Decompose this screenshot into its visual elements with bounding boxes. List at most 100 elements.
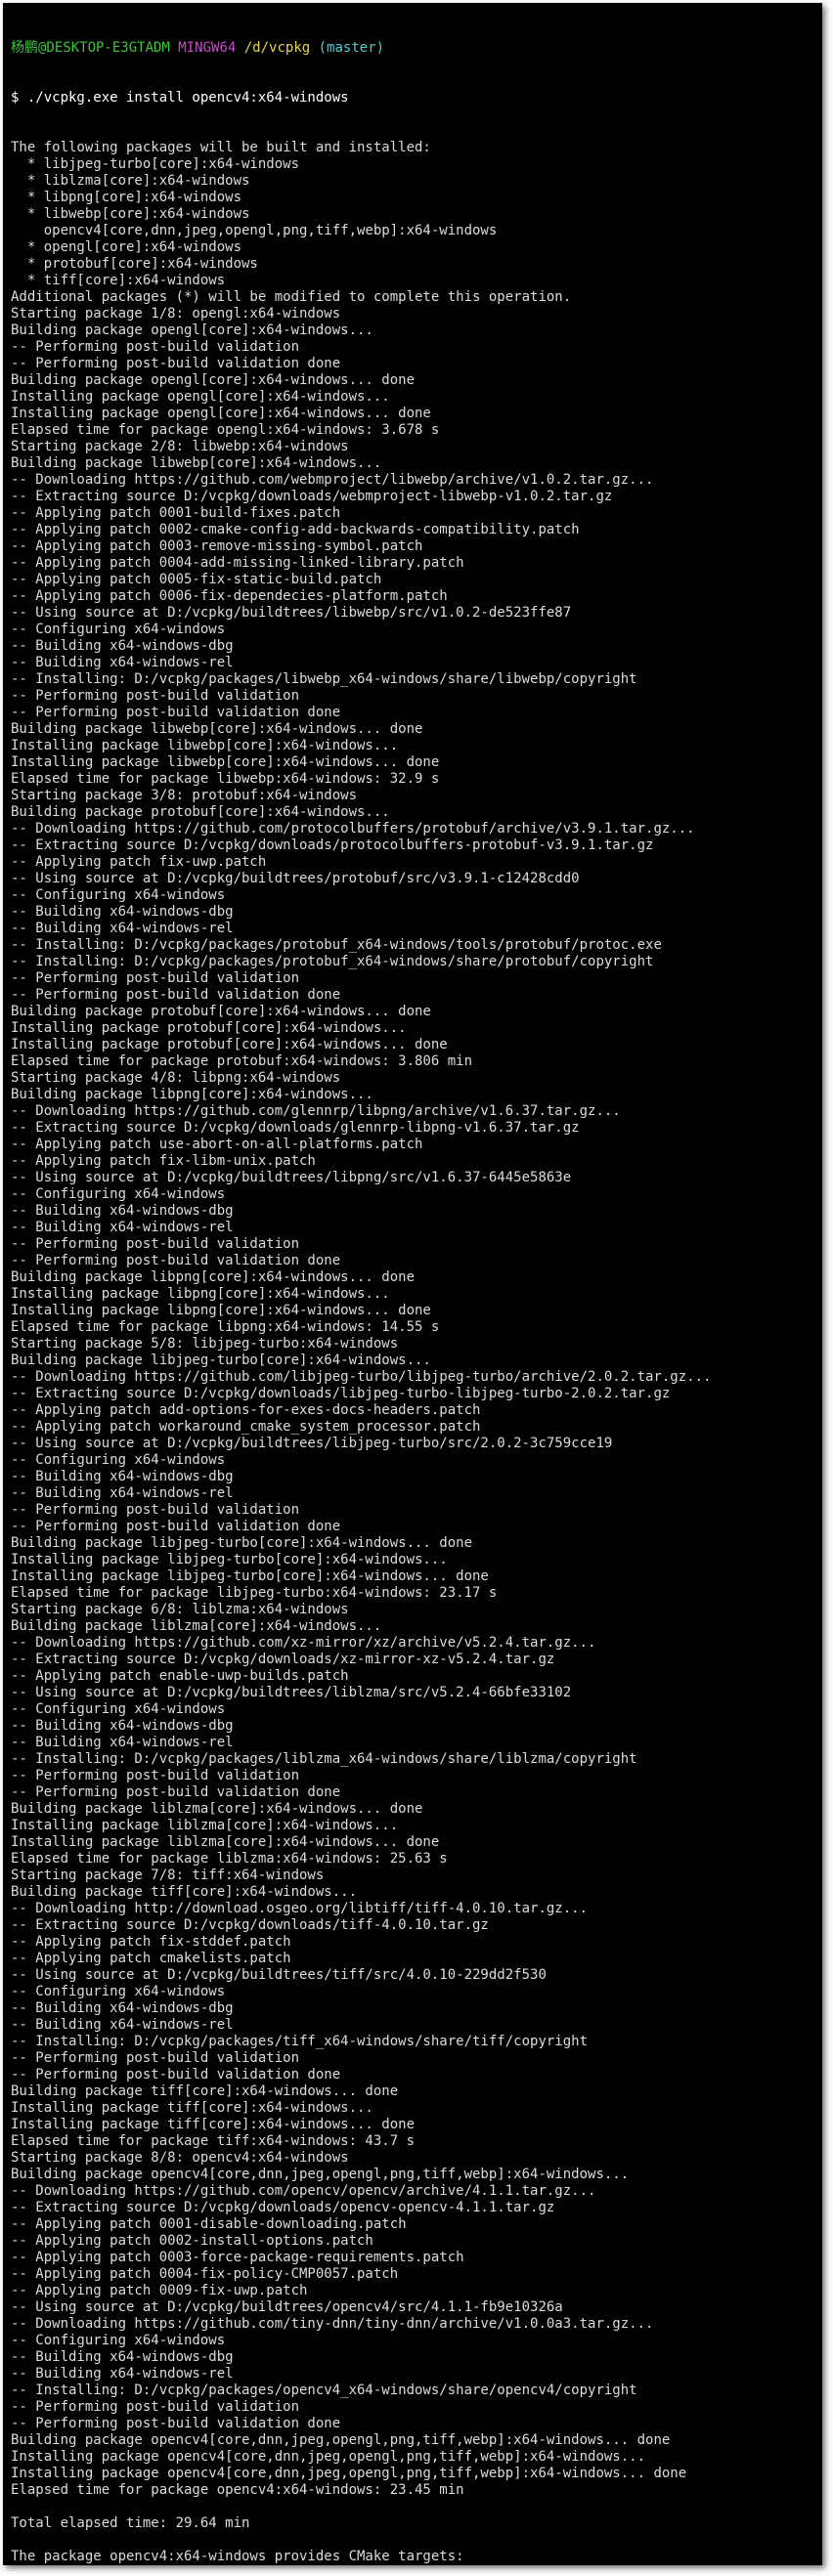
output-line: -- Using source at D:/vcpkg/buildtrees/l… bbox=[11, 1685, 572, 1700]
output-line: Starting package 7/8: tiff:x64-windows bbox=[11, 1868, 325, 1883]
output-line: The package opencv4:x64-windows provides… bbox=[11, 2549, 464, 2564]
output-line: Elapsed time for package opencv4:x64-win… bbox=[11, 2482, 464, 2498]
output-line: -- Installing: D:/vcpkg/packages/libwebp… bbox=[11, 671, 637, 687]
output-line: -- Performing post-build validation bbox=[11, 339, 300, 355]
output-line: -- Applying patch use-abort-on-all-platf… bbox=[11, 1137, 423, 1152]
output-line: Starting package 8/8: opencv4:x64-window… bbox=[11, 2150, 349, 2166]
output-line: Elapsed time for package liblzma:x64-win… bbox=[11, 1851, 448, 1867]
prompt-user-host: 杨鹏@DESKTOP-E3GTADM bbox=[11, 40, 170, 56]
output-line: Installing package libwebp[core]:x64-win… bbox=[11, 754, 440, 770]
output-line: -- Configuring x64-windows bbox=[11, 2333, 226, 2348]
output-line: Starting package 1/8: opengl:x64-windows bbox=[11, 306, 341, 322]
output-line: Starting package 5/8: libjpeg-turbo:x64-… bbox=[11, 1336, 399, 1352]
output-line: -- Building x64-windows-dbg bbox=[11, 1469, 234, 1484]
output-line: Building package libwebp[core]:x64-windo… bbox=[11, 455, 382, 471]
output-line: -- Downloading https://github.com/tiny-d… bbox=[11, 2316, 654, 2332]
output-line: Installing package protobuf[core]:x64-wi… bbox=[11, 1020, 407, 1036]
output-line: -- Installing: D:/vcpkg/packages/protobu… bbox=[11, 954, 654, 969]
output-line: Installing package opencv4[core,dnn,jpeg… bbox=[11, 2449, 646, 2465]
output-line: -- Extracting source D:/vcpkg/downloads/… bbox=[11, 1652, 555, 1667]
output-line: -- Building x64-windows-rel bbox=[11, 921, 234, 936]
output-line: -- Performing post-build validation bbox=[11, 1236, 300, 1252]
output-line: Starting package 3/8: protobuf:x64-windo… bbox=[11, 788, 358, 803]
command-output: The following packages will be built and… bbox=[11, 140, 818, 2565]
output-line: -- Installing: D:/vcpkg/packages/opencv4… bbox=[11, 2383, 637, 2398]
output-line: -- Applying patch 0005-fix-static-build.… bbox=[11, 572, 382, 587]
output-line: -- Applying patch 0009-fix-uwp.patch bbox=[11, 2283, 308, 2298]
output-line: Elapsed time for package libjpeg-turbo:x… bbox=[11, 1585, 498, 1601]
output-line: Elapsed time for package libwebp:x64-win… bbox=[11, 771, 440, 787]
output-line: -- Configuring x64-windows bbox=[11, 1186, 226, 1202]
output-line: Building package tiff[core]:x64-windows.… bbox=[11, 1884, 358, 1900]
output-line: -- Extracting source D:/vcpkg/downloads/… bbox=[11, 1386, 671, 1401]
output-line: -- Using source at D:/vcpkg/buildtrees/l… bbox=[11, 1170, 572, 1185]
output-line: -- Applying patch cmakelists.patch bbox=[11, 1951, 291, 1966]
output-line: * liblzma[core]:x64-windows bbox=[11, 173, 250, 189]
output-line: -- Building x64-windows-dbg bbox=[11, 2349, 234, 2365]
output-line: -- Building x64-windows-rel bbox=[11, 1485, 234, 1501]
output-line: -- Configuring x64-windows bbox=[11, 622, 226, 637]
output-line: -- Building x64-windows-dbg bbox=[11, 1203, 234, 1219]
output-line: Building package opencv4[core,dnn,jpeg,o… bbox=[11, 2432, 671, 2448]
output-line: -- Using source at D:/vcpkg/buildtrees/l… bbox=[11, 605, 572, 621]
prompt-git-branch: (master) bbox=[318, 40, 385, 56]
output-line: -- Performing post-build validation done bbox=[11, 2416, 341, 2431]
output-line: Elapsed time for package tiff:x64-window… bbox=[11, 2133, 416, 2149]
terminal-output[interactable]: 杨鹏@DESKTOP-E3GTADM MINGW64 /d/vcpkg (mas… bbox=[11, 7, 818, 2565]
output-line: -- Downloading https://github.com/opencv… bbox=[11, 2183, 596, 2199]
output-line: Installing package opengl[core]:x64-wind… bbox=[11, 389, 390, 405]
output-line: Installing package tiff[core]:x64-window… bbox=[11, 2100, 373, 2116]
output-line: * opengl[core]:x64-windows bbox=[11, 239, 242, 255]
output-line: Building package libjpeg-turbo[core]:x64… bbox=[11, 1352, 431, 1368]
output-line: -- Performing post-build validation bbox=[11, 688, 300, 704]
prompt-system: MINGW64 bbox=[178, 40, 237, 56]
output-line: -- Applying patch fix-stddef.patch bbox=[11, 1934, 291, 1950]
output-line: Installing package liblzma[core]:x64-win… bbox=[11, 1818, 399, 1833]
output-line: Building package opencv4[core,dnn,jpeg,o… bbox=[11, 2167, 630, 2182]
output-line: -- Configuring x64-windows bbox=[11, 887, 226, 903]
output-line: -- Extracting source D:/vcpkg/downloads/… bbox=[11, 1120, 580, 1136]
output-line: opencv4[core,dnn,jpeg,opengl,png,tiff,we… bbox=[11, 223, 498, 238]
output-line: Starting package 6/8: liblzma:x64-window… bbox=[11, 1602, 349, 1617]
output-line: -- Building x64-windows-rel bbox=[11, 1735, 234, 1750]
output-line: -- Downloading https://github.com/protoc… bbox=[11, 821, 695, 837]
output-line: -- Configuring x64-windows bbox=[11, 1701, 226, 1717]
output-line: -- Applying patch fix-uwp.patch bbox=[11, 854, 267, 870]
output-line: -- Applying patch 0001-disable-downloadi… bbox=[11, 2216, 407, 2232]
output-line: -- Applying patch 0002-install-options.p… bbox=[11, 2233, 373, 2249]
output-line: Building package libjpeg-turbo[core]:x64… bbox=[11, 1535, 473, 1551]
output-line: -- Performing post-build validation done bbox=[11, 1519, 341, 1534]
output-line: -- Performing post-build validation bbox=[11, 2050, 300, 2066]
output-line: Installing package libjpeg-turbo[core]:x… bbox=[11, 1568, 489, 1584]
output-line: Installing package libwebp[core]:x64-win… bbox=[11, 738, 399, 753]
output-line: Installing package libjpeg-turbo[core]:x… bbox=[11, 1552, 448, 1567]
output-line: -- Extracting source D:/vcpkg/downloads/… bbox=[11, 489, 613, 504]
output-line: -- Applying patch enable-uwp-builds.patc… bbox=[11, 1668, 349, 1684]
terminal-window[interactable]: 杨鹏@DESKTOP-E3GTADM MINGW64 /d/vcpkg (mas… bbox=[3, 3, 822, 2565]
output-line: -- Building x64-windows-rel bbox=[11, 2017, 234, 2033]
output-line: Installing package protobuf[core]:x64-wi… bbox=[11, 1037, 448, 1052]
output-line: The following packages will be built and… bbox=[11, 140, 431, 155]
output-line: * tiff[core]:x64-windows bbox=[11, 273, 226, 288]
output-line: -- Extracting source D:/vcpkg/downloads/… bbox=[11, 2200, 555, 2215]
output-line: -- Building x64-windows-rel bbox=[11, 655, 234, 670]
output-line: -- Installing: D:/vcpkg/packages/protobu… bbox=[11, 937, 662, 953]
output-line: Building package tiff[core]:x64-windows.… bbox=[11, 2083, 399, 2099]
output-line: -- Using source at D:/vcpkg/buildtrees/p… bbox=[11, 871, 580, 886]
output-line: -- Performing post-build validation done bbox=[11, 2067, 341, 2082]
output-line: -- Using source at D:/vcpkg/buildtrees/t… bbox=[11, 1967, 547, 1983]
output-line: -- Extracting source D:/vcpkg/downloads/… bbox=[11, 1917, 489, 1933]
output-line: -- Building x64-windows-dbg bbox=[11, 638, 234, 654]
output-line: -- Applying patch 0003-force-package-req… bbox=[11, 2250, 464, 2265]
output-line: -- Applying patch 0006-fix-dependecies-p… bbox=[11, 588, 448, 604]
output-line: Installing package liblzma[core]:x64-win… bbox=[11, 1834, 440, 1850]
output-line: Building package protobuf[core]:x64-wind… bbox=[11, 804, 390, 820]
output-line: -- Applying patch 0001-build-fixes.patch bbox=[11, 505, 341, 521]
command-line: $ ./vcpkg.exe install opencv4:x64-window… bbox=[11, 90, 349, 106]
output-line: -- Applying patch 0002-cmake-config-add-… bbox=[11, 522, 580, 537]
output-line: -- Performing post-build validation done bbox=[11, 705, 341, 720]
output-line: -- Performing post-build validation bbox=[11, 1502, 300, 1518]
output-line: -- Applying patch 0004-add-missing-linke… bbox=[11, 555, 464, 571]
output-line: Installing package opencv4[core,dnn,jpeg… bbox=[11, 2466, 687, 2481]
output-line: -- Downloading https://github.com/glennr… bbox=[11, 1103, 621, 1119]
